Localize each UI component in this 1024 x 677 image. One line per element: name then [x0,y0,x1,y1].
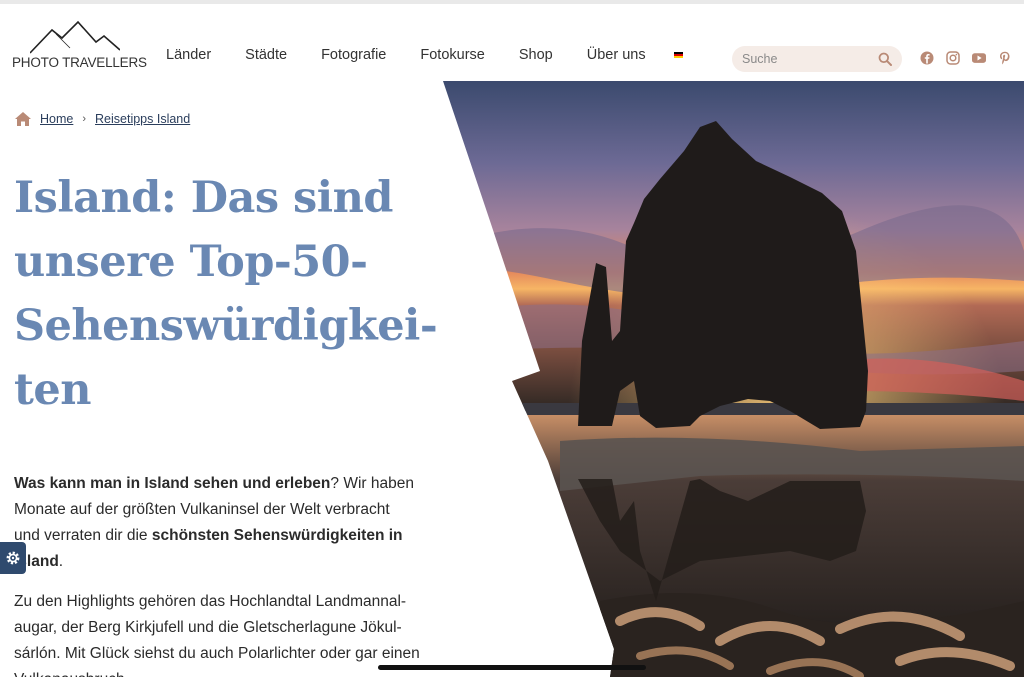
nav-item-fotografie[interactable]: Fotografie [321,47,386,63]
nav-item-laender[interactable]: Länder [166,47,211,63]
nav-item-staedte[interactable]: Städte [245,47,287,63]
accessibility-settings-button[interactable] [0,542,26,574]
breadcrumb-current-link[interactable]: Reisetipps Island [95,112,190,126]
article-intro: Was kann man in Island sehen und erleben… [14,471,434,677]
breadcrumb-home-link[interactable]: Home [40,112,73,126]
nav-item-ueber-uns[interactable]: Über uns [587,47,646,63]
intro-text: . [58,553,64,570]
intro-text: augar, der Berg Kirkjufell und die Glets… [14,619,402,636]
social-links [920,51,1012,65]
intro-paragraph-1: Was kann man in Island sehen und erleben… [14,471,434,575]
search-box[interactable]: Suche [732,46,902,72]
intro-text: sárlón. Mit Glück siehst du auch Polarli… [14,645,420,662]
title-line-2: unsere Top-50- [14,237,368,287]
instagram-icon[interactable] [946,51,960,65]
pinterest-icon[interactable] [998,51,1012,65]
title-line-1: Island: Das sind [14,173,393,223]
german-flag-icon[interactable] [673,52,683,58]
breadcrumb: Home › Reisetipps Island [14,111,190,127]
site-logo[interactable]: PHOTO TRAVELLERS [12,20,147,72]
nav-item-shop[interactable]: Shop [519,47,553,63]
intro-text: Vulkanausbruch. [14,667,434,677]
nav-item-fotokurse[interactable]: Fotokurse [420,47,484,63]
intro-text: ? Wir haben [330,475,414,492]
intro-paragraph-2: Zu den Highlights gehören das Hochlandta… [14,589,434,677]
intro-bold-highlight: schönsten Sehenswürdigkeiten in [151,527,403,544]
home-indicator-bar [378,665,646,670]
gear-icon [6,551,20,565]
page-title: Island: Das sind unsere Top-50- Sehenswü… [14,166,438,422]
intro-text: und verraten dir die [14,527,152,544]
title-line-3: Sehenswürdigkei- [14,301,438,351]
search-input[interactable]: Suche [742,52,878,66]
facebook-icon[interactable] [920,51,934,65]
logo-wordmark: PHOTO TRAVELLERS [12,55,147,70]
title-line-4: ten [14,365,91,415]
intro-text: Zu den Highlights gehören das Hochlandta… [14,593,407,610]
main-nav: Länder Städte Fotografie Fotokurse Shop … [166,47,683,63]
site-header: PHOTO TRAVELLERS Länder Städte Fotografi… [0,4,1024,81]
mountain-logo-icon [30,20,120,54]
search-icon[interactable] [878,52,892,66]
home-icon[interactable] [14,111,32,127]
intro-text: Monate auf der größten Vulkaninsel der W… [14,501,390,518]
breadcrumb-separator: › [82,113,87,125]
youtube-icon[interactable] [972,51,986,65]
intro-bold-question: Was kann man in Island sehen und erleben [14,475,331,492]
